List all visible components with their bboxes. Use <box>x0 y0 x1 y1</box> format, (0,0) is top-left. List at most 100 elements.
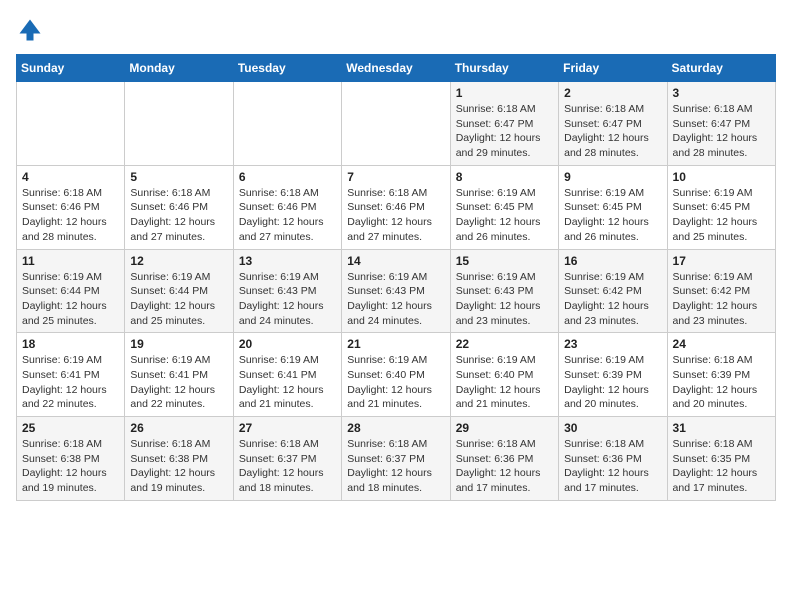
day-number: 15 <box>456 254 553 268</box>
page-header <box>16 16 776 44</box>
day-number: 1 <box>456 86 553 100</box>
weekday-header: Tuesday <box>233 55 341 82</box>
day-number: 31 <box>673 421 770 435</box>
day-number: 6 <box>239 170 336 184</box>
week-row: 11 Sunrise: 6:19 AM Sunset: 6:44 PM Dayli… <box>17 249 776 333</box>
day-info: Sunrise: 6:19 AM Sunset: 6:44 PM Dayligh… <box>130 270 227 329</box>
calendar-cell: 26Sunrise: 6:18 AM Sunset: 6:38 PM Dayli… <box>125 417 233 501</box>
day-info: Sunrise: 6:19 AM Sunset: 6:41 PM Dayligh… <box>130 353 227 412</box>
day-number: 18 <box>22 337 119 351</box>
calendar-cell: 14 Sunrise: 6:19 AM Sunset: 6:43 PM Dayli… <box>342 249 450 333</box>
calendar-cell: 7 Sunrise: 6:18 AM Sunset: 6:46 PM Daylig… <box>342 165 450 249</box>
day-info: Sunrise: 6:19 AM Sunset: 6:41 PM Dayligh… <box>22 353 119 412</box>
calendar-cell: 23 Sunrise: 6:19 AM Sunset: 6:39 PM Dayli… <box>559 333 667 417</box>
logo-icon <box>16 16 44 44</box>
day-number: 21 <box>347 337 444 351</box>
weekday-header: Wednesday <box>342 55 450 82</box>
day-number: 25 <box>22 421 119 435</box>
day-info: Sunrise: 6:19 AM Sunset: 6:43 PM Dayligh… <box>347 270 444 329</box>
calendar-cell: 12 Sunrise: 6:19 AM Sunset: 6:44 PM Dayli… <box>125 249 233 333</box>
calendar-cell: 17 Sunrise: 6:19 AM Sunset: 6:42 PM Dayli… <box>667 249 775 333</box>
day-info: Sunrise: 6:18 AM Sunset: 6:36 PM Dayligh… <box>456 437 553 496</box>
day-number: 16 <box>564 254 661 268</box>
calendar-cell: 2 Sunrise: 6:18 AM Sunset: 6:47 PM Daylig… <box>559 82 667 166</box>
day-info: Sunrise: 6:19 AM Sunset: 6:41 PM Dayligh… <box>239 353 336 412</box>
weekday-header: Friday <box>559 55 667 82</box>
day-info: Sunrise: 6:18 AM Sunset: 6:36 PM Dayligh… <box>564 437 661 496</box>
day-number: 22 <box>456 337 553 351</box>
calendar-cell: 19Sunrise: 6:19 AM Sunset: 6:41 PM Dayli… <box>125 333 233 417</box>
calendar-cell: 15 Sunrise: 6:19 AM Sunset: 6:43 PM Dayli… <box>450 249 558 333</box>
day-info: Sunrise: 6:18 AM Sunset: 6:46 PM Dayligh… <box>239 186 336 245</box>
day-info: Sunrise: 6:18 AM Sunset: 6:37 PM Dayligh… <box>239 437 336 496</box>
calendar-cell: 29 Sunrise: 6:18 AM Sunset: 6:36 PM Dayli… <box>450 417 558 501</box>
week-row: 4 Sunrise: 6:18 AM Sunset: 6:46 PM Daylig… <box>17 165 776 249</box>
calendar-cell: 21 Sunrise: 6:19 AM Sunset: 6:40 PM Dayli… <box>342 333 450 417</box>
day-number: 2 <box>564 86 661 100</box>
day-number: 9 <box>564 170 661 184</box>
calendar-cell: 16 Sunrise: 6:19 AM Sunset: 6:42 PM Dayli… <box>559 249 667 333</box>
week-row: 25 Sunrise: 6:18 AM Sunset: 6:38 PM Dayli… <box>17 417 776 501</box>
day-info: Sunrise: 6:19 AM Sunset: 6:43 PM Dayligh… <box>456 270 553 329</box>
day-number: 13 <box>239 254 336 268</box>
calendar-cell: 28Sunrise: 6:18 AM Sunset: 6:37 PM Dayli… <box>342 417 450 501</box>
day-number: 23 <box>564 337 661 351</box>
calendar-cell: 24Sunrise: 6:18 AM Sunset: 6:39 PM Dayli… <box>667 333 775 417</box>
day-info: Sunrise: 6:19 AM Sunset: 6:45 PM Dayligh… <box>456 186 553 245</box>
calendar-cell <box>342 82 450 166</box>
calendar-cell: 8 Sunrise: 6:19 AM Sunset: 6:45 PM Daylig… <box>450 165 558 249</box>
day-info: Sunrise: 6:19 AM Sunset: 6:44 PM Dayligh… <box>22 270 119 329</box>
day-info: Sunrise: 6:18 AM Sunset: 6:38 PM Dayligh… <box>22 437 119 496</box>
calendar-cell: 31 Sunrise: 6:18 AM Sunset: 6:35 PM Dayli… <box>667 417 775 501</box>
day-info: Sunrise: 6:18 AM Sunset: 6:46 PM Dayligh… <box>22 186 119 245</box>
day-number: 3 <box>673 86 770 100</box>
day-number: 4 <box>22 170 119 184</box>
day-number: 30 <box>564 421 661 435</box>
calendar-cell: 5Sunrise: 6:18 AM Sunset: 6:46 PM Daylig… <box>125 165 233 249</box>
calendar-cell: 9Sunrise: 6:19 AM Sunset: 6:45 PM Daylig… <box>559 165 667 249</box>
calendar-body: 1 Sunrise: 6:18 AM Sunset: 6:47 PM Daylig… <box>17 82 776 501</box>
calendar-cell: 11 Sunrise: 6:19 AM Sunset: 6:44 PM Dayli… <box>17 249 125 333</box>
day-info: Sunrise: 6:18 AM Sunset: 6:47 PM Dayligh… <box>673 102 770 161</box>
day-info: Sunrise: 6:19 AM Sunset: 6:42 PM Dayligh… <box>673 270 770 329</box>
day-number: 27 <box>239 421 336 435</box>
calendar-cell: 1Sunrise: 6:18 AM Sunset: 6:47 PM Daylig… <box>450 82 558 166</box>
weekday-header: Thursday <box>450 55 558 82</box>
weekday-row: SundayMondayTuesdayWednesdayThursdayFrid… <box>17 55 776 82</box>
day-number: 7 <box>347 170 444 184</box>
day-number: 12 <box>130 254 227 268</box>
day-number: 29 <box>456 421 553 435</box>
calendar-cell <box>233 82 341 166</box>
calendar-cell: 20 Sunrise: 6:19 AM Sunset: 6:41 PM Dayli… <box>233 333 341 417</box>
weekday-header: Monday <box>125 55 233 82</box>
day-info: Sunrise: 6:18 AM Sunset: 6:35 PM Dayligh… <box>673 437 770 496</box>
calendar-cell: 18 Sunrise: 6:19 AM Sunset: 6:41 PM Dayli… <box>17 333 125 417</box>
day-info: Sunrise: 6:19 AM Sunset: 6:45 PM Dayligh… <box>673 186 770 245</box>
day-number: 8 <box>456 170 553 184</box>
day-number: 26 <box>130 421 227 435</box>
calendar-cell <box>125 82 233 166</box>
day-number: 17 <box>673 254 770 268</box>
day-info: Sunrise: 6:19 AM Sunset: 6:39 PM Dayligh… <box>564 353 661 412</box>
calendar-cell: 25 Sunrise: 6:18 AM Sunset: 6:38 PM Dayli… <box>17 417 125 501</box>
calendar-cell: 3 Sunrise: 6:18 AM Sunset: 6:47 PM Daylig… <box>667 82 775 166</box>
calendar-cell: 4 Sunrise: 6:18 AM Sunset: 6:46 PM Daylig… <box>17 165 125 249</box>
logo <box>16 16 48 44</box>
day-info: Sunrise: 6:19 AM Sunset: 6:42 PM Dayligh… <box>564 270 661 329</box>
day-number: 11 <box>22 254 119 268</box>
day-info: Sunrise: 6:18 AM Sunset: 6:39 PM Dayligh… <box>673 353 770 412</box>
calendar-table: SundayMondayTuesdayWednesdayThursdayFrid… <box>16 54 776 501</box>
day-number: 28 <box>347 421 444 435</box>
day-info: Sunrise: 6:19 AM Sunset: 6:43 PM Dayligh… <box>239 270 336 329</box>
day-number: 14 <box>347 254 444 268</box>
day-number: 10 <box>673 170 770 184</box>
day-info: Sunrise: 6:18 AM Sunset: 6:47 PM Dayligh… <box>564 102 661 161</box>
day-info: Sunrise: 6:18 AM Sunset: 6:46 PM Dayligh… <box>347 186 444 245</box>
week-row: 18 Sunrise: 6:19 AM Sunset: 6:41 PM Dayli… <box>17 333 776 417</box>
calendar-cell: 27 Sunrise: 6:18 AM Sunset: 6:37 PM Dayli… <box>233 417 341 501</box>
day-number: 20 <box>239 337 336 351</box>
week-row: 1 Sunrise: 6:18 AM Sunset: 6:47 PM Daylig… <box>17 82 776 166</box>
calendar-cell: 22Sunrise: 6:19 AM Sunset: 6:40 PM Dayli… <box>450 333 558 417</box>
day-info: Sunrise: 6:19 AM Sunset: 6:40 PM Dayligh… <box>347 353 444 412</box>
weekday-header: Sunday <box>17 55 125 82</box>
